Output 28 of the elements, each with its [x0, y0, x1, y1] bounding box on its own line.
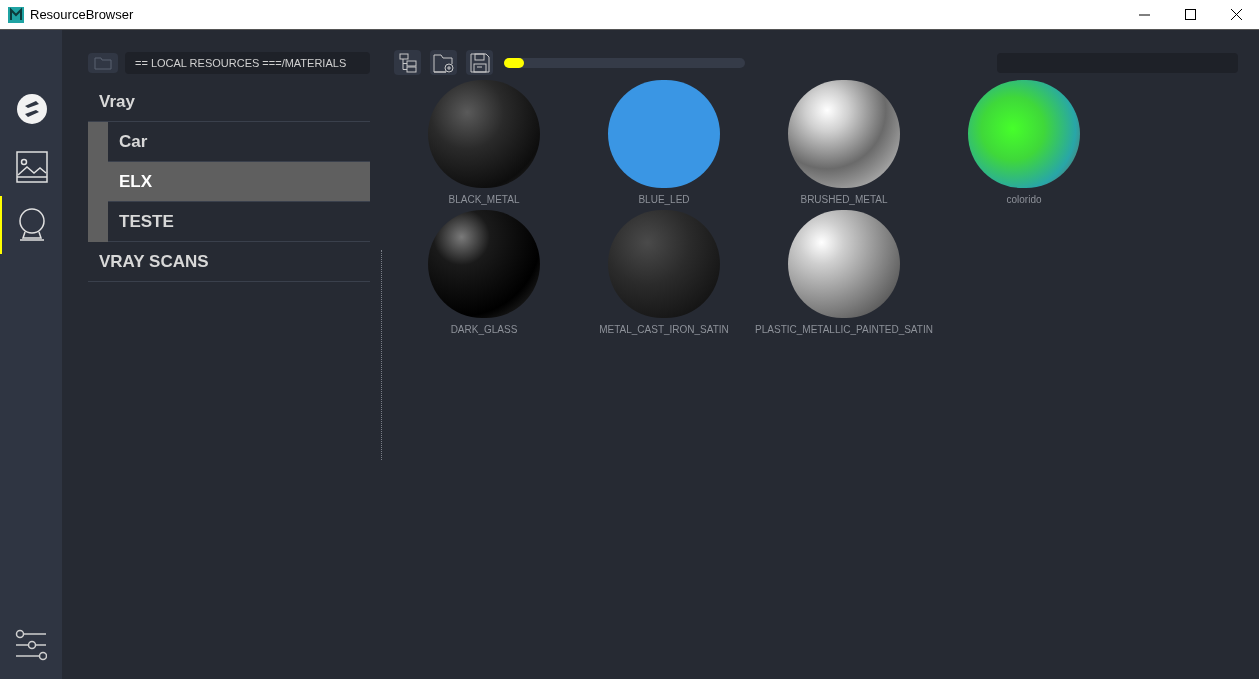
- material-name: BRUSHED_METAL: [800, 193, 888, 207]
- new-folder-button[interactable]: [430, 50, 457, 75]
- tree-item[interactable]: VRAY SCANS: [88, 242, 370, 282]
- save-button[interactable]: [466, 50, 493, 75]
- tree-item[interactable]: Vray: [88, 82, 370, 122]
- globe-icon: [17, 208, 47, 242]
- maximize-icon: [1184, 9, 1196, 20]
- settings-button[interactable]: [15, 629, 47, 661]
- hierarchy-icon: [398, 52, 417, 73]
- logo-icon: [16, 93, 48, 125]
- save-icon: [469, 52, 490, 73]
- sliders-icon: [15, 629, 47, 661]
- folder-icon: [94, 56, 112, 70]
- tree-item[interactable]: ELX: [108, 162, 370, 202]
- tree-view-button[interactable]: [394, 50, 421, 75]
- window-title: ResourceBrowser: [30, 5, 134, 24]
- close-icon: [1230, 9, 1242, 20]
- material-name: DARK_GLASS: [450, 323, 518, 337]
- material-name: BLUE_LED: [638, 193, 690, 207]
- folder-plus-icon: [432, 52, 455, 73]
- material-name: METAL_CAST_IRON_SATIN: [599, 323, 729, 337]
- material-name: BLACK_METAL: [448, 193, 520, 207]
- app-logo-icon: [8, 6, 24, 23]
- material-name: colorido: [1006, 193, 1042, 207]
- image-icon: [16, 151, 48, 183]
- path-field: == LOCAL RESOURCES ===/MATERIALS: [125, 52, 370, 74]
- tree-item[interactable]: TESTE: [108, 202, 370, 242]
- material-name: PLASTIC_METALLIC_PAINTED_SATIN: [755, 323, 933, 337]
